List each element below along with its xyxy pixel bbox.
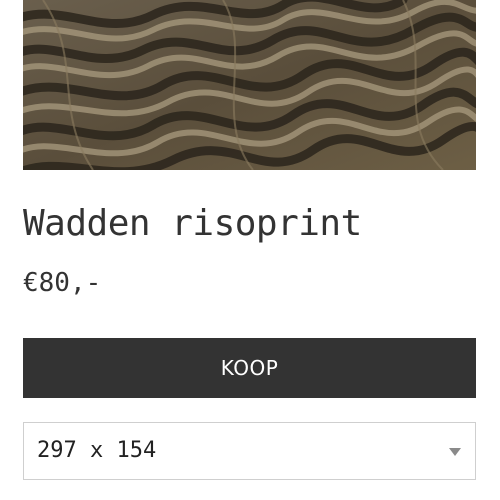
chevron-down-icon — [449, 448, 461, 456]
buy-button[interactable]: KOOP — [23, 338, 476, 398]
product-price: €80,- — [23, 268, 102, 298]
size-select[interactable]: 297 x 154 — [23, 422, 476, 480]
sand-ripples-image — [23, 0, 476, 170]
size-select-value: 297 x 154 — [37, 438, 157, 463]
product-image[interactable] — [23, 0, 476, 170]
product-title: Wadden risoprint — [23, 203, 362, 244]
product-page: Wadden risoprint €80,- KOOP 297 x 154 — [0, 0, 500, 500]
